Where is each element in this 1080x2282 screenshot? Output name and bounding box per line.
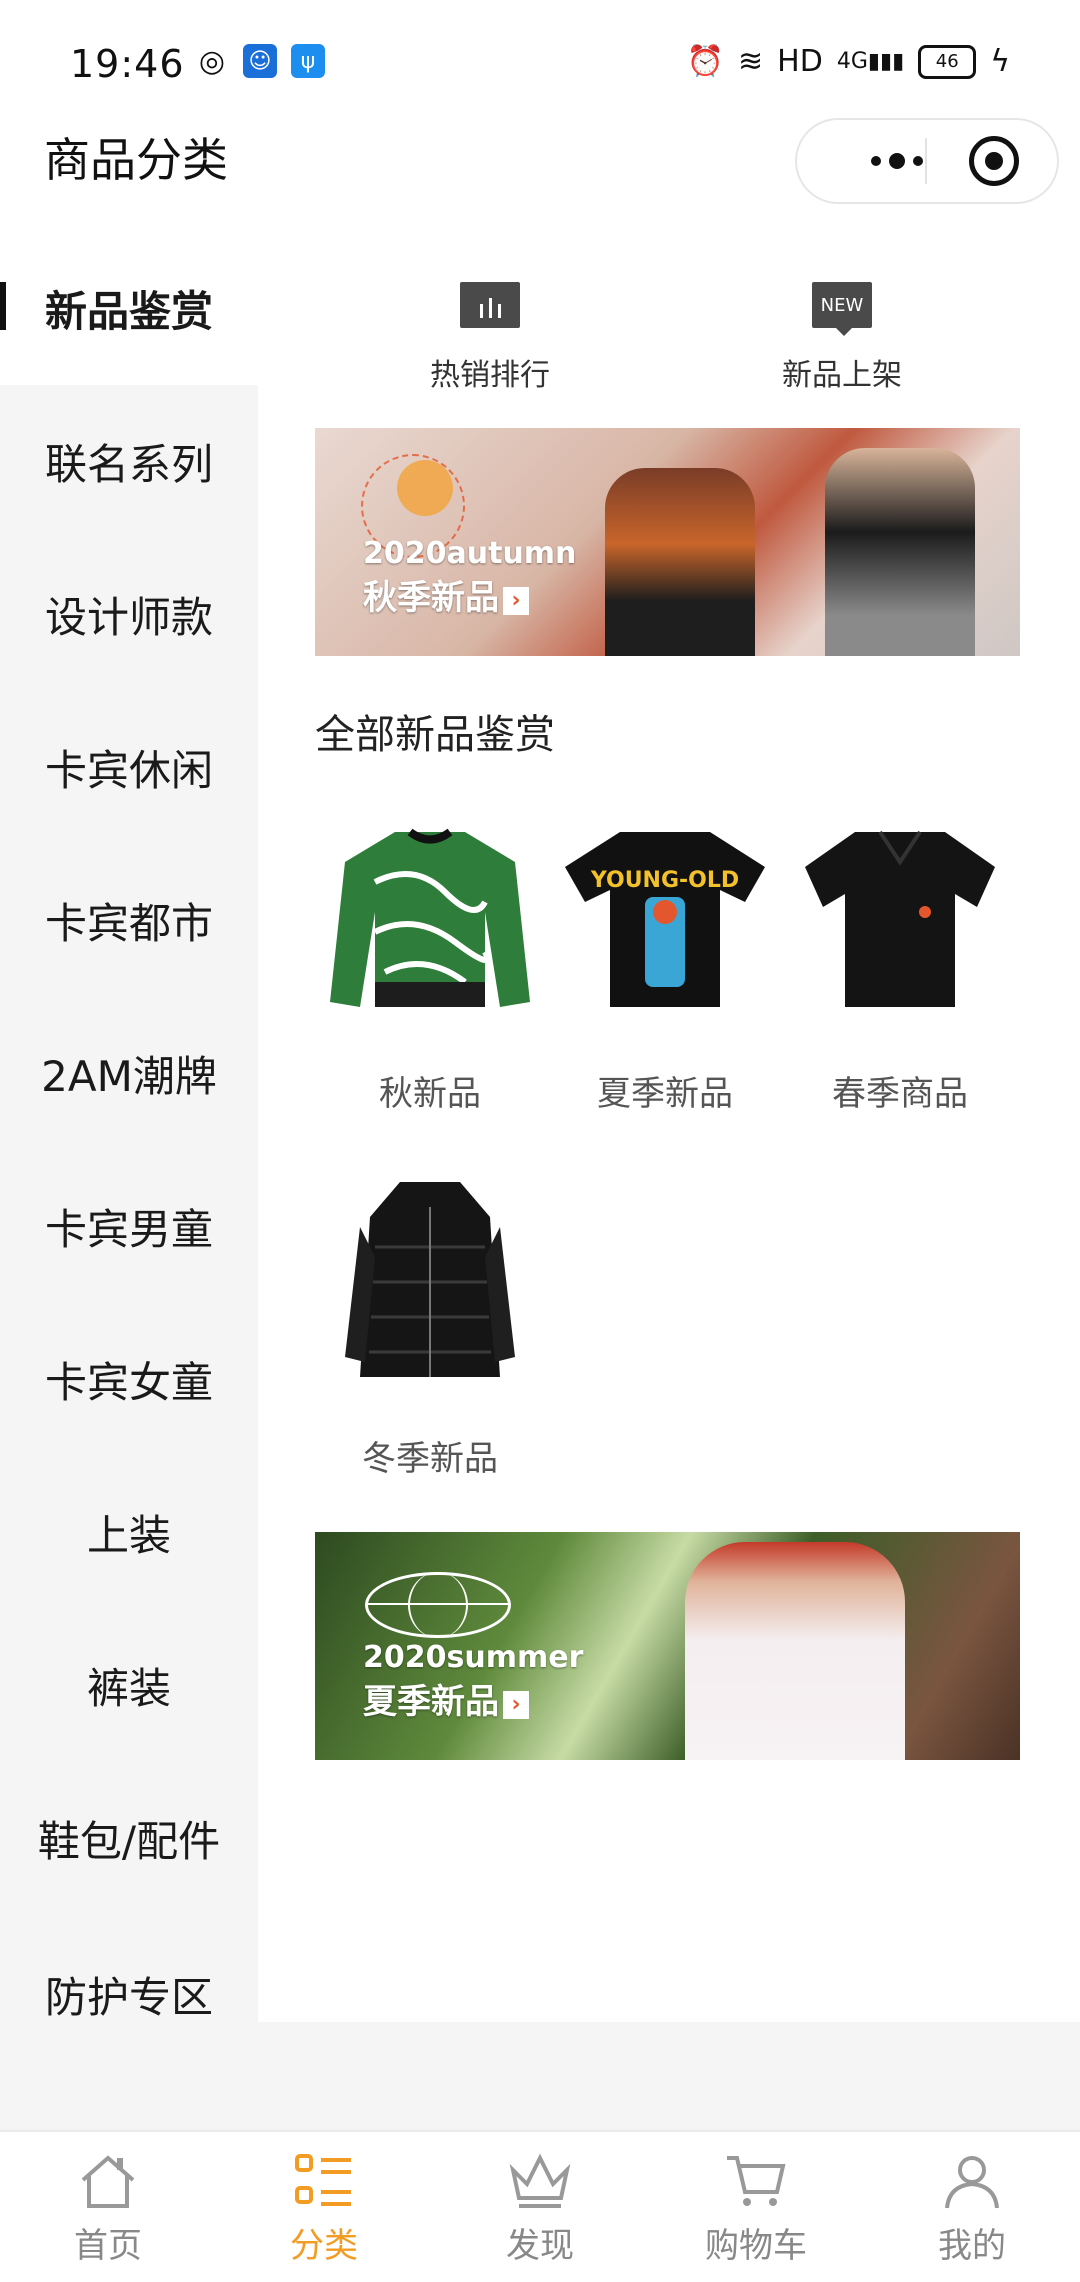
sweater-image <box>315 802 545 1032</box>
banner-arrow-icon: › <box>503 1691 529 1719</box>
product-card[interactable]: 冬季新品 <box>315 1167 545 1480</box>
more-menu-button[interactable] <box>837 120 957 202</box>
tab-home-label: 首页 <box>74 2226 142 2266</box>
category-icon <box>293 2152 355 2210</box>
polo-image <box>785 802 1015 1032</box>
title-bar: 商品分类 <box>0 118 1080 228</box>
sidebar-item-new-arrivals[interactable]: 新品鉴赏 <box>0 232 258 385</box>
sidebar-item-2am[interactable]: 2AM潮牌 <box>0 997 258 1150</box>
model-figure-3 <box>685 1542 905 1760</box>
sidebar-item-boys[interactable]: 卡宾男童 <box>0 1150 258 1303</box>
product-label: 秋新品 <box>379 1074 481 1114</box>
capsule-divider <box>925 138 927 184</box>
category-content: 热销排行 NEW 新品上架 2020autumn 秋季新品 › 全部新品鉴赏 秋新… <box>258 232 1080 2022</box>
autumn-banner[interactable]: 2020autumn 秋季新品 › <box>315 428 1020 656</box>
crown-icon <box>509 2152 571 2210</box>
quick-links: 热销排行 NEW 新品上架 <box>258 282 1080 394</box>
sidebar-item-pants[interactable]: 裤装 <box>0 1609 258 1762</box>
product-label: 夏季新品 <box>597 1074 733 1114</box>
tab-category-label: 分类 <box>290 2226 358 2266</box>
profile-icon <box>941 2152 1003 2210</box>
banner-cn-text: 秋季新品 › <box>363 570 529 619</box>
new-arrivals-label: 新品上架 <box>782 358 902 393</box>
mini-program-capsule <box>795 118 1059 204</box>
usb-icon: ψ <box>291 44 325 78</box>
sidebar-item-girls[interactable]: 卡宾女童 <box>0 1303 258 1456</box>
model-figure-2 <box>825 448 975 656</box>
content-bottom-spacer <box>0 2022 1080 2130</box>
tshirt-image: YOUNG-OLD <box>550 802 780 1032</box>
product-label: 春季商品 <box>832 1074 968 1114</box>
sidebar-item-designer[interactable]: 设计师款 <box>0 538 258 691</box>
svg-text:YOUNG-OLD: YOUNG-OLD <box>590 868 739 893</box>
status-right: ⏰ ≋ HD 4G▮▮▮ 46 ϟ <box>687 44 1010 79</box>
signal-icon: 4G▮▮▮ <box>836 49 905 74</box>
banner-cn-text: 夏季新品 › <box>363 1674 529 1723</box>
bottom-tab-bar: 首页 分类 发现 购物车 我的 <box>0 2130 1080 2282</box>
music-app-icon: ◎ <box>198 43 226 79</box>
qq-app-icon: ☺ <box>243 44 277 78</box>
battery-level: 46 <box>935 51 959 72</box>
sidebar-item-accessories[interactable]: 鞋包/配件 <box>0 1762 258 1915</box>
new-arrivals-link[interactable]: NEW 新品上架 <box>666 282 1018 394</box>
banner-cn-label: 夏季新品 <box>363 1682 499 1722</box>
banner-arrow-icon: › <box>503 587 529 615</box>
tab-cart-label: 购物车 <box>705 2226 807 2266</box>
cart-icon <box>725 2152 787 2210</box>
tab-home[interactable]: 首页 <box>0 2132 216 2282</box>
tab-profile-label: 我的 <box>938 2226 1006 2266</box>
new-badge-icon: NEW <box>812 282 872 336</box>
battery-icon: 46 <box>918 44 977 79</box>
sidebar-item-collab[interactable]: 联名系列 <box>0 385 258 538</box>
close-target-button[interactable] <box>969 136 1019 186</box>
category-sidebar[interactable]: 新品鉴赏 联名系列 设计师款 卡宾休闲 卡宾都市 2AM潮牌 卡宾男童 卡宾女童… <box>0 232 258 2022</box>
tab-discover[interactable]: 发现 <box>432 2132 648 2282</box>
banner-en-text: 2020autumn <box>363 536 577 571</box>
down-jacket-image <box>315 1167 545 1397</box>
tab-discover-label: 发现 <box>506 2226 574 2266</box>
product-card[interactable]: YOUNG-OLD 夏季新品 <box>550 802 780 1115</box>
hot-ranking-link[interactable]: 热销排行 <box>314 282 666 394</box>
product-card[interactable]: 秋新品 <box>315 802 545 1115</box>
charging-icon: ϟ <box>990 44 1010 79</box>
notification-icons: ◎ ☺ ψ <box>195 43 325 79</box>
sidebar-item-protection[interactable]: 防护专区 <box>0 1915 258 2022</box>
tab-cart[interactable]: 购物车 <box>648 2132 864 2282</box>
hot-ranking-label: 热销排行 <box>430 358 550 393</box>
status-bar: 19:46 ◎ ☺ ψ ⏰ ≋ HD 4G▮▮▮ 46 ϟ <box>0 0 1080 130</box>
section-title: 全部新品鉴赏 <box>315 712 555 758</box>
home-icon <box>77 2152 139 2210</box>
wifi-icon: ≋ <box>738 44 764 79</box>
hd-label: HD <box>777 44 823 79</box>
tab-category[interactable]: 分类 <box>216 2132 432 2282</box>
summer-banner[interactable]: 2020summer 夏季新品 › <box>315 1532 1020 1760</box>
product-card[interactable]: 春季商品 <box>785 802 1015 1115</box>
sidebar-item-tops[interactable]: 上装 <box>0 1456 258 1609</box>
tab-profile[interactable]: 我的 <box>864 2132 1080 2282</box>
page-title: 商品分类 <box>44 133 228 187</box>
status-time: 19:46 <box>70 42 185 86</box>
banner-en-text: 2020summer <box>363 1640 584 1675</box>
alarm-icon: ⏰ <box>686 44 725 79</box>
product-label: 冬季新品 <box>362 1439 498 1479</box>
globe-logo <box>365 1572 511 1638</box>
sidebar-item-urban[interactable]: 卡宾都市 <box>0 844 258 997</box>
sidebar-item-casual[interactable]: 卡宾休闲 <box>0 691 258 844</box>
banner-cn-label: 秋季新品 <box>363 578 499 618</box>
model-figure-1 <box>605 468 755 656</box>
bar-chart-icon <box>460 282 520 328</box>
signal-label: 4G <box>836 49 868 74</box>
